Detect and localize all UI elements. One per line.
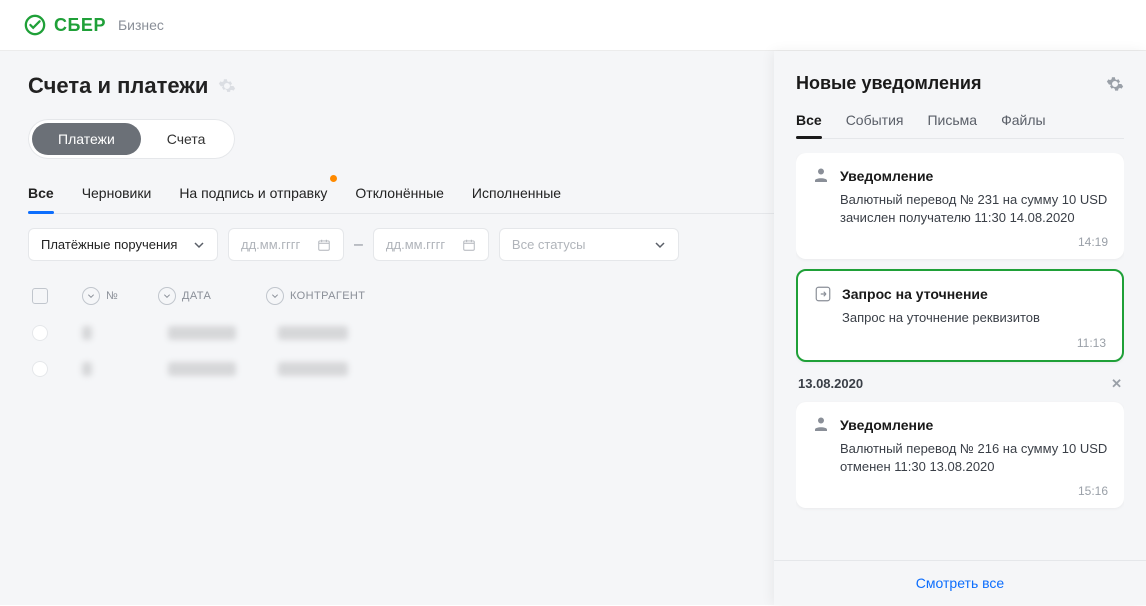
notification-card[interactable]: Уведомление Валютный перевод № 216 на су… [796,402,1124,508]
brand-name: СБЕР [54,15,106,36]
tab-rejected[interactable]: Отклонённые [355,177,444,213]
card-title: Уведомление [840,168,933,184]
tab-done[interactable]: Исполненные [472,177,561,213]
date-to-input[interactable]: дд.мм.гггг [373,228,489,261]
notifications-title: Новые уведомления [796,73,981,94]
col-number[interactable]: № [82,287,142,305]
status-placeholder: Все статусы [512,237,586,252]
tab-tosign[interactable]: На подпись и отправку [179,177,327,213]
calendar-icon [317,238,331,252]
row-checkbox[interactable] [32,361,48,377]
card-title: Запрос на уточнение [842,286,988,302]
sber-check-icon [24,14,46,36]
gear-icon[interactable] [218,77,236,95]
sort-icon [82,287,100,305]
notification-card-highlighted[interactable]: Запрос на уточнение Запрос на уточнение … [796,269,1124,361]
redacted-cell [278,362,348,376]
segment-payments[interactable]: Платежи [32,123,141,155]
ntab-events[interactable]: События [846,106,904,138]
view-all-link[interactable]: Смотреть все [774,560,1146,605]
brand-logo[interactable]: СБЕР Бизнес [24,14,164,36]
notification-dot-icon [330,175,337,182]
card-title: Уведомление [840,417,933,433]
date-to-placeholder: дд.мм.гггг [386,237,445,252]
col-contractor-label: КОНТРАГЕНТ [290,290,365,302]
arrow-box-icon [814,285,832,303]
redacted-cell [82,326,92,340]
select-all-checkbox[interactable] [32,288,48,304]
redacted-cell [278,326,348,340]
ntab-letters[interactable]: Письма [927,106,977,138]
tab-drafts[interactable]: Черновики [82,177,152,213]
notification-list: Уведомление Валютный перевод № 231 на су… [796,153,1124,560]
sort-icon [266,287,284,305]
tab-all[interactable]: Все [28,177,54,213]
row-checkbox[interactable] [32,325,48,341]
chevron-down-icon [193,239,205,251]
date-label: 13.08.2020 [798,376,863,391]
calendar-icon [462,238,476,252]
type-select-label: Платёжные поручения [41,237,177,252]
redacted-cell [82,362,92,376]
segment-accounts[interactable]: Счета [141,123,232,155]
date-range-dash: – [354,236,363,254]
top-bar: СБЕР Бизнес [0,0,1146,51]
card-time: 15:16 [812,484,1108,498]
ntab-all[interactable]: Все [796,106,822,138]
card-time: 11:13 [814,336,1106,350]
col-date[interactable]: ДАТА [158,287,250,305]
card-body: Валютный перевод № 216 на сумму 10 USD о… [840,440,1108,476]
redacted-cell [168,362,236,376]
ntab-files[interactable]: Файлы [1001,106,1045,138]
hand-coins-icon [812,416,830,434]
type-select[interactable]: Платёжные поручения [28,228,218,261]
date-from-input[interactable]: дд.мм.гггг [228,228,344,261]
page-body: Счета и платежи Платежи Счета Скачать вы… [0,51,1146,605]
col-date-label: ДАТА [182,290,211,302]
page-title: Счета и платежи [28,73,208,99]
card-time: 14:19 [812,235,1108,249]
notifications-panel: Новые уведомления Все События Письма Фай… [774,51,1146,605]
hand-coins-icon [812,167,830,185]
notification-tabs: Все События Письма Файлы [796,106,1124,139]
card-body: Запрос на уточнение реквизитов [842,309,1106,327]
notification-card[interactable]: Уведомление Валютный перевод № 231 на су… [796,153,1124,259]
tab-tosign-label: На подпись и отправку [179,185,327,201]
sort-icon [158,287,176,305]
notifications-header: Новые уведомления [796,73,1124,94]
segmented-control: Платежи Счета [28,119,235,159]
brand-sub: Бизнес [118,17,164,33]
status-select[interactable]: Все статусы [499,228,679,261]
chevron-down-icon [654,239,666,251]
date-separator: 13.08.2020 ✕ [796,372,1124,402]
col-number-label: № [106,290,118,302]
gear-icon[interactable] [1106,75,1124,93]
card-body: Валютный перевод № 231 на сумму 10 USD з… [840,191,1108,227]
redacted-cell [168,326,236,340]
date-from-placeholder: дд.мм.гггг [241,237,300,252]
close-icon[interactable]: ✕ [1111,376,1122,392]
